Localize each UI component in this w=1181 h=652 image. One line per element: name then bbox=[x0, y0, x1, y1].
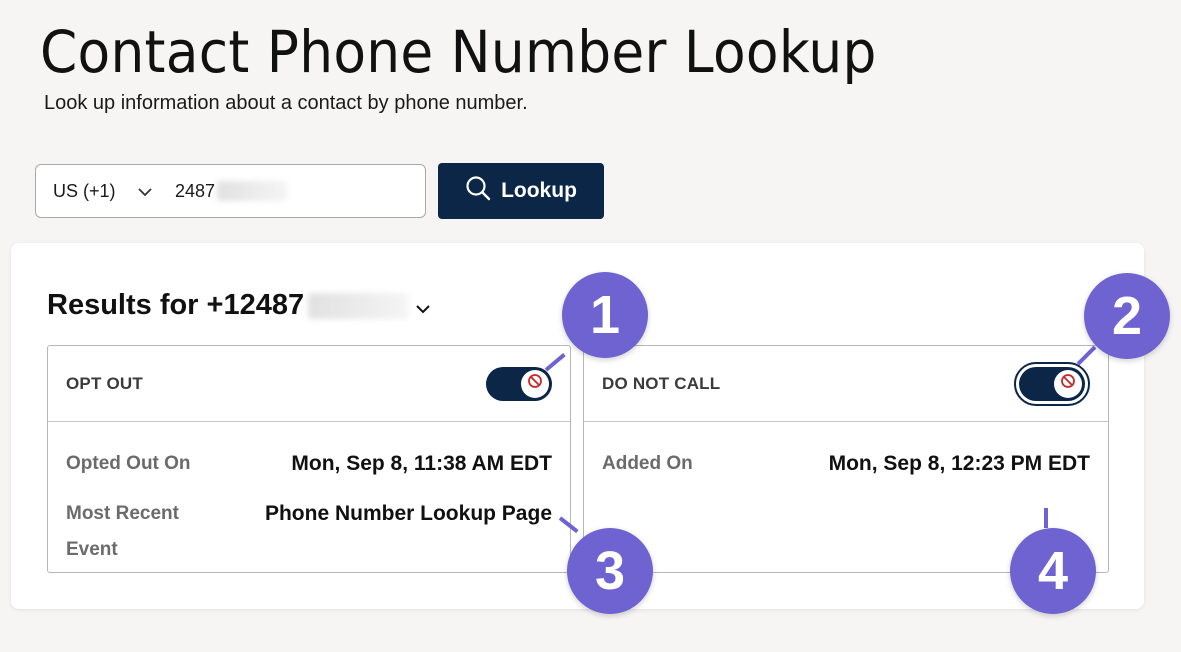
do-not-call-toggle[interactable] bbox=[1019, 366, 1085, 401]
do-not-call-panel-body: Added On Mon, Sep 8, 12:23 PM EDT bbox=[584, 422, 1108, 482]
field-row-most-recent-event: Most Recent Event Phone Number Lookup Pa… bbox=[66, 496, 552, 568]
block-icon bbox=[527, 373, 543, 394]
field-row-opted-out-on: Opted Out On Mon, Sep 8, 11:38 AM EDT bbox=[66, 446, 552, 482]
opt-out-panel: OPT OUT Opted Out On Mon, Sep 8, 11:38 A… bbox=[47, 345, 571, 573]
page-title: Contact Phone Number Lookup bbox=[40, 18, 877, 86]
country-code-value: US (+1) bbox=[53, 180, 116, 201]
redacted-digits bbox=[308, 292, 409, 319]
field-label: Most Recent Event bbox=[66, 503, 179, 560]
block-icon bbox=[1060, 373, 1076, 394]
opt-out-panel-header: OPT OUT bbox=[48, 346, 570, 422]
field-value: Mon, Sep 8, 11:38 AM EDT bbox=[291, 452, 552, 475]
results-heading[interactable]: Results for +12487 bbox=[47, 289, 430, 322]
field-value: Mon, Sep 8, 12:23 PM EDT bbox=[828, 452, 1090, 475]
field-label: Added On bbox=[602, 453, 693, 474]
search-icon bbox=[465, 175, 491, 207]
callout-badge: 3 bbox=[567, 528, 653, 614]
do-not-call-panel-header: DO NOT CALL bbox=[584, 346, 1108, 422]
chevron-down-icon bbox=[137, 181, 152, 202]
redacted-digits bbox=[217, 181, 288, 201]
opt-out-toggle[interactable] bbox=[486, 366, 552, 401]
toggle-knob bbox=[521, 369, 549, 398]
phone-input-group: US (+1) 2487 bbox=[35, 164, 426, 218]
callout-badge: 1 bbox=[562, 272, 648, 358]
toggle-knob bbox=[1054, 369, 1082, 398]
do-not-call-title: DO NOT CALL bbox=[602, 373, 721, 393]
opt-out-panel-body: Opted Out On Mon, Sep 8, 11:38 AM EDT Mo… bbox=[48, 422, 570, 568]
field-value: Phone Number Lookup Page bbox=[264, 502, 552, 525]
lookup-button-label: Lookup bbox=[501, 179, 577, 202]
field-label: Opted Out On bbox=[66, 453, 191, 474]
country-code-select[interactable]: US (+1) bbox=[36, 165, 175, 217]
results-heading-text: Results for +12487 bbox=[47, 289, 305, 321]
phone-number-value: 2487 bbox=[175, 180, 216, 201]
callout-badge: 4 bbox=[1010, 528, 1096, 614]
field-row-added-on: Added On Mon, Sep 8, 12:23 PM EDT bbox=[602, 446, 1090, 482]
callout-badge: 2 bbox=[1084, 273, 1170, 359]
phone-number-input[interactable]: 2487 bbox=[175, 180, 288, 202]
callout-connector bbox=[1044, 508, 1048, 528]
page-subtitle: Look up information about a contact by p… bbox=[44, 92, 528, 114]
chevron-down-icon bbox=[416, 289, 430, 322]
opt-out-title: OPT OUT bbox=[66, 373, 143, 393]
toggle-focus-ring bbox=[1014, 361, 1090, 406]
lookup-button[interactable]: Lookup bbox=[438, 163, 604, 219]
